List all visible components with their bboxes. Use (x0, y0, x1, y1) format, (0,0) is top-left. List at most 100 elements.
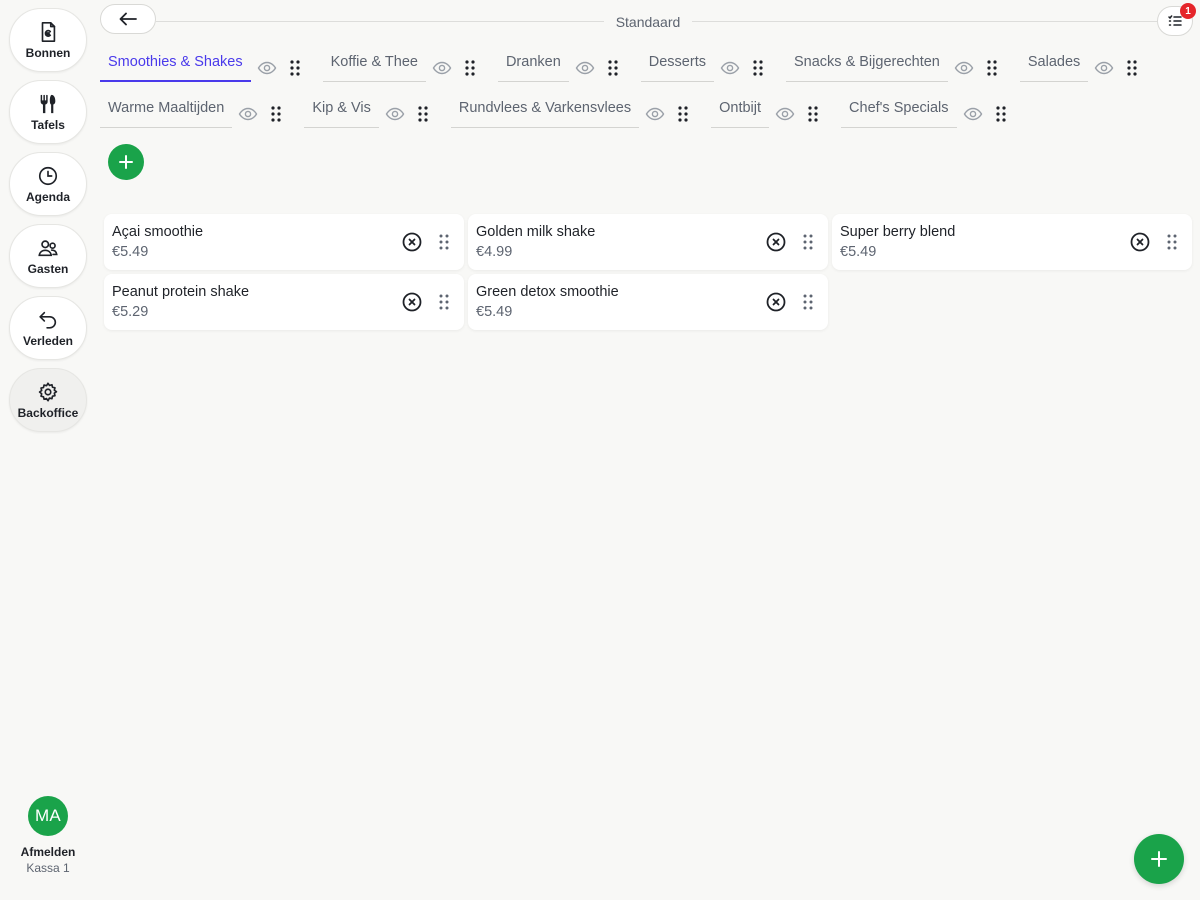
nav-verleden-button[interactable]: Verleden (9, 296, 87, 360)
nav-label: Verleden (22, 333, 74, 348)
tab-snacks-bijgerechten[interactable]: Snacks & Bijgerechten (785, 46, 948, 82)
drag-handle-icon[interactable] (460, 58, 480, 78)
eye-icon[interactable] (954, 58, 974, 78)
nav-bonnen-button[interactable]: Bonnen (9, 8, 87, 72)
product-card[interactable]: Green detox smoothie €5.49 (468, 274, 828, 330)
nav-label: Backoffice (17, 405, 79, 420)
product-card[interactable]: Super berry blend €5.49 (832, 214, 1192, 270)
tab-dranken[interactable]: Dranken (497, 46, 569, 82)
nav-gasten-button[interactable]: Gasten (9, 224, 87, 288)
tab-warme-maaltijden[interactable]: Warme Maaltijden (100, 92, 233, 128)
product-name: Super berry blend (840, 224, 956, 240)
add-product-button[interactable] (1134, 834, 1184, 884)
product-price: €5.49 (112, 244, 149, 260)
drag-handle-icon[interactable] (413, 104, 433, 124)
add-category-button[interactable] (108, 144, 144, 180)
product-price: €5.49 (476, 304, 513, 320)
nav-label: Bonnen (25, 45, 71, 60)
category-tab-group: Koffie & Thee (322, 46, 480, 82)
logout-link[interactable]: Afmelden (0, 845, 96, 859)
tab-smoothies-shakes[interactable]: Smoothies & Shakes (100, 46, 251, 82)
product-card[interactable]: Açai smoothie €5.49 (104, 214, 464, 270)
tab-desserts[interactable]: Desserts (640, 46, 714, 82)
product-card[interactable]: Golden milk shake €4.99 (468, 214, 828, 270)
category-tab-group: Kip & Vis (304, 92, 433, 128)
remove-circle-icon[interactable] (766, 292, 786, 312)
tab-rundvlees-varkensvlees[interactable]: Rundvlees & Varkensvlees (450, 92, 640, 128)
tab-ontbijt[interactable]: Ontbijt (711, 92, 770, 128)
drag-handle-icon[interactable] (748, 58, 768, 78)
page-title: Standaard (615, 14, 681, 30)
product-price: €5.49 (840, 244, 877, 260)
sidebar: Bonnen Tafels Agenda Gasten Verleden Bac… (0, 0, 96, 900)
category-tab-group: Smoothies & Shakes (100, 46, 305, 82)
drag-handle-icon[interactable] (434, 232, 454, 252)
eye-icon[interactable] (775, 104, 795, 124)
tab-kip-vis[interactable]: Kip & Vis (304, 92, 379, 128)
category-tab-group: Ontbijt (711, 92, 823, 128)
eye-icon[interactable] (1094, 58, 1114, 78)
back-button[interactable] (100, 4, 156, 34)
nav-tafels-button[interactable]: Tafels (9, 80, 87, 144)
category-tab-group: Salades (1019, 46, 1142, 82)
eye-icon[interactable] (720, 58, 740, 78)
category-tab-group: Chef's Specials (841, 92, 1010, 128)
tab-koffie-thee[interactable]: Koffie & Thee (322, 46, 426, 82)
product-price: €5.29 (112, 304, 149, 320)
remove-circle-icon[interactable] (766, 232, 786, 252)
nav-agenda-button[interactable]: Agenda (9, 152, 87, 216)
product-name: Peanut protein shake (112, 284, 250, 300)
eye-icon[interactable] (385, 104, 405, 124)
eye-icon[interactable] (963, 104, 983, 124)
avatar[interactable]: MA (28, 796, 68, 836)
drag-handle-icon[interactable] (991, 104, 1011, 124)
plus-icon (119, 155, 133, 169)
fork-knife-icon (40, 94, 56, 113)
eye-icon[interactable] (257, 58, 277, 78)
drag-handle-icon[interactable] (798, 232, 818, 252)
clock-icon (38, 166, 58, 185)
arrow-left-icon (119, 12, 137, 26)
remove-circle-icon[interactable] (1130, 232, 1150, 252)
drag-handle-icon[interactable] (1122, 58, 1142, 78)
nav-backoffice-button[interactable]: Backoffice (9, 368, 87, 432)
undo-arrow-icon (39, 311, 57, 329)
drag-handle-icon[interactable] (266, 104, 286, 124)
drag-handle-icon[interactable] (673, 104, 693, 124)
drag-handle-icon[interactable] (1162, 232, 1182, 252)
drag-handle-icon[interactable] (982, 58, 1002, 78)
register-label: Kassa 1 (26, 861, 70, 875)
category-tabs-row-1: Smoothies & Shakes Koffie & Thee Dranken… (100, 46, 1160, 82)
product-name: Açai smoothie (112, 224, 204, 240)
drag-handle-icon[interactable] (434, 292, 454, 312)
drag-handle-icon[interactable] (798, 292, 818, 312)
nav-label: Gasten (27, 261, 69, 276)
receipt-euro-icon (41, 21, 56, 42)
gear-icon (38, 381, 58, 402)
category-tab-group: Snacks & Bijgerechten (785, 46, 1002, 82)
checklist-icon (1168, 15, 1182, 26)
product-name: Green detox smoothie (476, 284, 619, 300)
category-tabs-row-2: Warme Maaltijden Kip & Vis Rundvlees & V… (100, 92, 1029, 128)
drag-handle-icon[interactable] (285, 58, 305, 78)
drag-handle-icon[interactable] (803, 104, 823, 124)
remove-circle-icon[interactable] (402, 232, 422, 252)
nav-label: Tafels (31, 117, 65, 132)
remove-circle-icon[interactable] (402, 292, 422, 312)
tab-salades[interactable]: Salades (1019, 46, 1089, 82)
plus-icon (1151, 851, 1167, 867)
eye-icon[interactable] (432, 58, 452, 78)
eye-icon[interactable] (645, 104, 665, 124)
eye-icon[interactable] (575, 58, 595, 78)
product-name: Golden milk shake (476, 224, 596, 240)
users-icon (38, 239, 58, 256)
nav-label: Agenda (25, 189, 70, 204)
product-card[interactable]: Peanut protein shake €5.29 (104, 274, 464, 330)
notification-badge: 1 (1180, 3, 1196, 19)
product-price: €4.99 (476, 244, 513, 260)
tab-chefs-specials[interactable]: Chef's Specials (841, 92, 957, 128)
drag-handle-icon[interactable] (603, 58, 623, 78)
eye-icon[interactable] (238, 104, 258, 124)
category-tab-group: Rundvlees & Varkensvlees (450, 92, 693, 128)
category-tab-group: Desserts (640, 46, 768, 82)
